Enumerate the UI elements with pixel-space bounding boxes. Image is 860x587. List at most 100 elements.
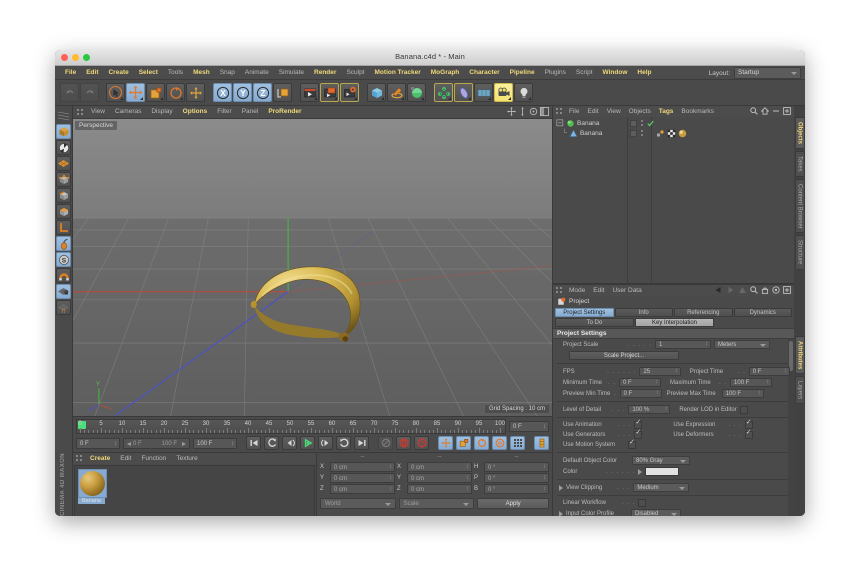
go-to-end-button[interactable] — [354, 436, 369, 450]
coord-field-pos-z[interactable]: 0 cm — [330, 484, 395, 494]
coord-field-rot-p[interactable]: 0 ° — [484, 473, 549, 483]
panel-grip-icon[interactable] — [556, 287, 563, 294]
render-region-button[interactable] — [320, 83, 339, 102]
menu-item-motion-tracker[interactable]: Motion Tracker — [370, 66, 426, 79]
project-time-field[interactable]: 0 F — [748, 367, 790, 376]
coord-field-rot-h[interactable]: 0 ° — [484, 462, 549, 472]
menu-item-render[interactable]: Render — [309, 66, 341, 79]
step-back-button[interactable] — [282, 436, 297, 450]
layout-dropdown[interactable]: Startup — [734, 67, 801, 79]
model-mode-button[interactable] — [56, 140, 71, 155]
material-item[interactable]: Banana — [78, 469, 107, 504]
expand-icon[interactable] — [783, 286, 791, 294]
world-object-coordinates-button[interactable] — [273, 83, 292, 102]
material-thumbnail[interactable] — [78, 469, 107, 498]
cube-primitive-button[interactable] — [367, 83, 386, 102]
am-menu-mode[interactable]: Mode — [565, 285, 589, 296]
expand-color-icon[interactable] — [638, 468, 643, 475]
expand-tree-icon[interactable] — [556, 119, 564, 127]
go-to-start-button[interactable] — [246, 436, 261, 450]
preview-min-time-field[interactable]: 0 F — [619, 389, 662, 398]
menu-item-tools[interactable]: Tools — [163, 66, 188, 79]
use-generators-checkbox[interactable] — [634, 428, 643, 439]
use-deformers-checkbox[interactable] — [744, 428, 753, 439]
tab-key-interpolation[interactable]: Key Interpolation — [635, 318, 714, 327]
maximum-time-field[interactable]: 100 F — [730, 378, 773, 387]
object-tree[interactable]: Banana └ Banana — [553, 117, 794, 283]
collapse-icon[interactable] — [772, 107, 780, 115]
menu-item-edit[interactable]: Edit — [81, 66, 103, 79]
view-clipping-dropdown[interactable]: Medium — [633, 483, 690, 492]
maximize-view-icon[interactable] — [540, 107, 549, 116]
object-row-banana-null[interactable]: Banana — [553, 118, 794, 128]
om-menu-objects[interactable]: Objects — [625, 106, 655, 117]
linear-workflow-checkbox[interactable] — [638, 499, 647, 507]
vtab-attributes[interactable]: Attributes — [794, 335, 805, 375]
up-arrow-icon[interactable] — [738, 286, 747, 294]
coord-field-rot-b[interactable]: 0 ° — [484, 484, 549, 494]
material-list[interactable]: Banana — [74, 465, 315, 516]
vtab-content-browser[interactable]: Content Browser — [794, 178, 805, 234]
coord-field-size-x[interactable]: 0 cm — [407, 462, 472, 472]
menu-item-script[interactable]: Script — [571, 66, 598, 79]
forward-arrow-icon[interactable] — [726, 286, 735, 294]
preview-max-time-field[interactable]: 100 F — [721, 389, 764, 398]
home-icon[interactable] — [761, 107, 769, 115]
generator-nurbs-button[interactable] — [407, 83, 426, 102]
menu-item-mesh[interactable]: Mesh — [188, 66, 215, 79]
menu-item-window[interactable]: Window — [598, 66, 633, 79]
record-position-button[interactable] — [438, 436, 453, 450]
expand-view-clipping-icon[interactable] — [559, 484, 563, 491]
move-tool-button[interactable] — [126, 83, 145, 102]
color-swatch[interactable] — [645, 467, 680, 476]
timeline-end-field[interactable]: 100 F — [193, 437, 237, 450]
material-menu-create[interactable]: Create — [85, 453, 115, 464]
panel-grip-icon[interactable] — [76, 455, 83, 462]
material-menu-edit[interactable]: Edit — [115, 453, 136, 464]
deformer-bend-button[interactable] — [454, 83, 473, 102]
render-settings-button[interactable] — [340, 83, 359, 102]
scale-project-button[interactable]: Scale Project... — [569, 351, 679, 360]
autokeying-button[interactable] — [396, 436, 411, 450]
viewport-menu-display[interactable]: Display — [146, 106, 177, 118]
viewport-menu-filter[interactable]: Filter — [212, 106, 236, 118]
level-of-detail-field[interactable]: 100 % — [628, 405, 671, 414]
object-mode-button[interactable] — [56, 124, 71, 139]
menu-item-sculpt[interactable]: Sculpt — [341, 66, 369, 79]
current-frame-field[interactable]: 0 F — [509, 421, 549, 433]
menu-item-animate[interactable]: Animate — [240, 66, 274, 79]
material-menu-function[interactable]: Function — [136, 453, 171, 464]
zoom-view-icon[interactable] — [518, 107, 527, 116]
vtab-takes[interactable]: Takes — [794, 151, 805, 177]
coordinate-system-dropdown[interactable]: World — [320, 498, 396, 509]
visibility-dots-icon[interactable] — [640, 129, 644, 137]
magnet-tool-button[interactable] — [56, 268, 71, 283]
timeline-range-bar[interactable]: 0 F 100 F — [123, 437, 190, 449]
texture-mode-button[interactable] — [56, 156, 71, 171]
rotate-tool-button[interactable] — [166, 83, 185, 102]
om-menu-bookmarks[interactable]: Bookmarks — [677, 106, 718, 117]
om-menu-file[interactable]: File — [565, 106, 583, 117]
render-view-button[interactable] — [300, 83, 319, 102]
lock-icon[interactable] — [761, 286, 769, 294]
timeline-start-field[interactable]: 0 F — [76, 437, 120, 450]
fps-field[interactable]: 25 — [639, 367, 681, 376]
tab-project-settings[interactable]: Project Settings — [555, 308, 614, 317]
vtab-layers[interactable]: Layers — [794, 376, 805, 405]
move-axis-button[interactable] — [186, 83, 205, 102]
keyframe-selection-button[interactable]: ? — [414, 436, 429, 450]
menu-item-create[interactable]: Create — [103, 66, 133, 79]
input-color-profile-dropdown[interactable]: Disabled — [631, 509, 681, 516]
visibility-dots-icon[interactable] — [640, 119, 644, 127]
enable-axis-button[interactable] — [56, 236, 71, 251]
texture-tag-icon[interactable] — [667, 128, 676, 138]
menu-item-snap[interactable]: Snap — [215, 66, 240, 79]
edges-mode-button[interactable] — [56, 188, 71, 203]
am-menu-user-data[interactable]: User Data — [608, 285, 645, 296]
visibility-dot-icon[interactable] — [630, 119, 637, 127]
play-forward-button[interactable] — [300, 436, 315, 450]
pan-view-icon[interactable] — [507, 107, 516, 116]
vtab-structure[interactable]: Structure — [794, 235, 805, 270]
search-icon[interactable] — [750, 286, 758, 294]
object-row-banana-mesh[interactable]: └ Banana — [553, 128, 794, 138]
